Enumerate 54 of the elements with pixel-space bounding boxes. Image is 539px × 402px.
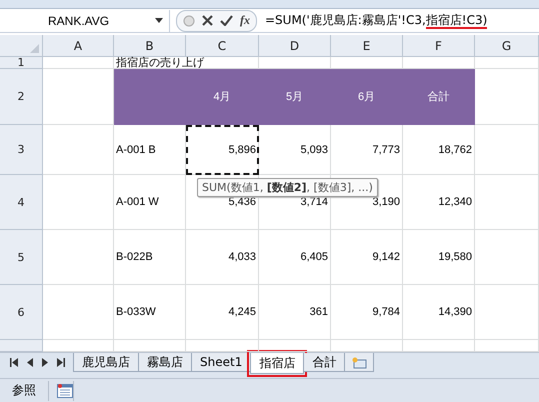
table-cell: 18,762 <box>403 125 475 175</box>
column-header[interactable]: E <box>331 35 403 57</box>
dropdown-arrow-icon[interactable] <box>155 18 163 23</box>
table-cell: 19,580 <box>403 230 475 285</box>
column-header[interactable]: G <box>475 35 539 57</box>
table-cell: 12,340 <box>403 175 475 230</box>
column-header[interactable]: D <box>259 35 331 57</box>
column-header[interactable]: F <box>403 35 475 57</box>
column-header[interactable]: B <box>114 35 186 57</box>
table-cell: 7,773 <box>331 125 403 175</box>
row-header[interactable]: 5 <box>0 230 43 285</box>
sheet-tab[interactable]: Sheet1 <box>191 353 252 372</box>
column-heading-cell: 5月 <box>259 69 331 125</box>
table-cell: 5,896 <box>186 125 259 175</box>
table-cell: A-001 W <box>114 175 186 230</box>
table-cell: 9,142 <box>331 230 403 285</box>
insert-function-button[interactable]: fx <box>240 13 250 28</box>
insert-sheet-icon[interactable] <box>351 356 368 368</box>
table-cell: 14,390 <box>403 285 475 340</box>
table-cell: 4,033 <box>186 230 259 285</box>
first-sheet-icon[interactable] <box>10 358 18 366</box>
table-cell: 6,405 <box>259 230 331 285</box>
table-cell: B-033W <box>114 285 186 340</box>
column-heading-cell: 4月 <box>186 69 259 125</box>
formula-input[interactable]: =SUM('鹿児島店:霧島店'!C3,指宿店!C3) <box>257 12 488 29</box>
function-tooltip: SUM(数値1, [数値2], [数値3], ...) <box>197 178 378 197</box>
name-box[interactable]: RANK.AVG <box>0 10 170 32</box>
column-header[interactable]: A <box>43 35 114 57</box>
cancel-icon[interactable] <box>202 15 213 26</box>
last-sheet-icon[interactable] <box>57 358 65 366</box>
row-header[interactable]: 6 <box>0 285 43 340</box>
table-cell: 9,784 <box>331 285 403 340</box>
previous-sheet-icon[interactable] <box>27 358 33 366</box>
next-sheet-icon[interactable] <box>42 358 48 366</box>
sheet-tab[interactable]: 霧島店 <box>138 353 192 372</box>
sheet-tab[interactable]: 合計 <box>303 353 346 372</box>
sheet-tab[interactable]: 鹿児島店 <box>73 353 139 372</box>
sheet-tab[interactable]: 指宿店 <box>250 353 304 374</box>
name-box-text: RANK.AVG <box>48 14 110 28</box>
row-header[interactable]: 4 <box>0 175 43 230</box>
table-cell: 361 <box>259 285 331 340</box>
row-header[interactable]: 2 <box>0 69 43 125</box>
status-mode-text: 参照 <box>11 382 37 399</box>
table-cell: 4,245 <box>186 285 259 340</box>
macro-record-icon[interactable] <box>57 384 73 398</box>
table-cell: B-022B <box>114 230 186 285</box>
column-heading-cell: 合計 <box>403 69 475 125</box>
column-header[interactable]: C <box>186 35 259 57</box>
row-header[interactable]: 3 <box>0 125 43 175</box>
column-heading-cell: 6月 <box>331 69 403 125</box>
table-cell: 5,093 <box>259 125 331 175</box>
enter-check-icon[interactable] <box>220 15 233 26</box>
row-header[interactable]: 1 <box>0 57 43 69</box>
table-cell: A-001 B <box>114 125 186 175</box>
